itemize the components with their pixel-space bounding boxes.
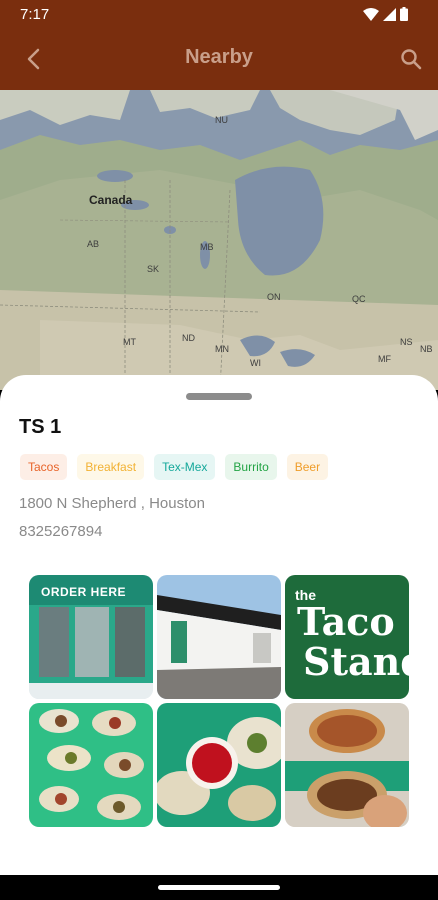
place-name: TS 1: [19, 416, 62, 438]
map-label-nd: ND: [182, 333, 195, 343]
app-bar: Nearby: [0, 30, 438, 90]
map-label-mn: MN: [215, 344, 229, 354]
photo-storefront[interactable]: ORDER HERE: [29, 575, 153, 699]
photo-logo[interactable]: the Taco Stand: [285, 575, 409, 699]
place-address[interactable]: 1800 N Shepherd , Houston: [19, 495, 205, 512]
logo-line-2: Stand: [303, 639, 409, 684]
map-label-ab: AB: [87, 239, 100, 249]
battery-icon: [400, 7, 408, 21]
home-indicator[interactable]: [158, 885, 280, 890]
tag-breakfast[interactable]: Breakfast: [77, 454, 145, 480]
map-label-nu: NU: [215, 115, 228, 125]
photo-gallery: ORDER HERE the Taco Stand: [29, 575, 410, 829]
map-label-mb: MB: [200, 242, 214, 252]
map-label-ns: NS: [400, 337, 413, 347]
photo-building[interactable]: [157, 575, 281, 699]
category-tags: Tacos Breakfast Tex-Mex Burrito Beer: [20, 454, 329, 480]
map-label-sk: SK: [147, 264, 160, 274]
photo-burritos[interactable]: [285, 703, 409, 827]
status-icons: [363, 7, 408, 21]
tag-beer[interactable]: Beer: [286, 454, 329, 480]
system-nav-bar: [0, 875, 438, 900]
status-bar: 7:17: [0, 0, 438, 30]
search-icon: [401, 49, 422, 70]
map-label-qc: QC: [352, 294, 366, 304]
photo-drinks[interactable]: [157, 703, 281, 827]
place-detail-sheet: TS 1 Tacos Breakfast Tex-Mex Burrito Bee…: [0, 375, 438, 875]
photo-sign-text: ORDER HERE: [41, 585, 127, 599]
map-label-on: ON: [267, 292, 281, 302]
photo-tacos[interactable]: [29, 703, 153, 827]
map-view[interactable]: NU Canada AB MB SK ON QC MT ND MN WI NS …: [0, 90, 438, 390]
tag-tacos[interactable]: Tacos: [20, 454, 68, 480]
search-button[interactable]: [396, 44, 426, 74]
map-label-canada: Canada: [89, 193, 133, 207]
sheet-drag-handle[interactable]: [186, 393, 252, 400]
map-label-mt: MT: [123, 337, 136, 347]
page-title: Nearby: [185, 46, 253, 68]
logo-line-1: Taco: [297, 599, 395, 644]
map-label-mf: MF: [378, 354, 391, 364]
wifi-icon: [363, 7, 379, 21]
map-label-nb: NB: [420, 344, 433, 354]
tag-tex-mex[interactable]: Tex-Mex: [154, 454, 216, 480]
status-time: 7:17: [20, 6, 50, 23]
signal-icon: [383, 7, 396, 21]
place-phone[interactable]: 8325267894: [19, 523, 102, 540]
map-label-wi: WI: [250, 358, 261, 368]
tag-burrito[interactable]: Burrito: [225, 454, 277, 480]
